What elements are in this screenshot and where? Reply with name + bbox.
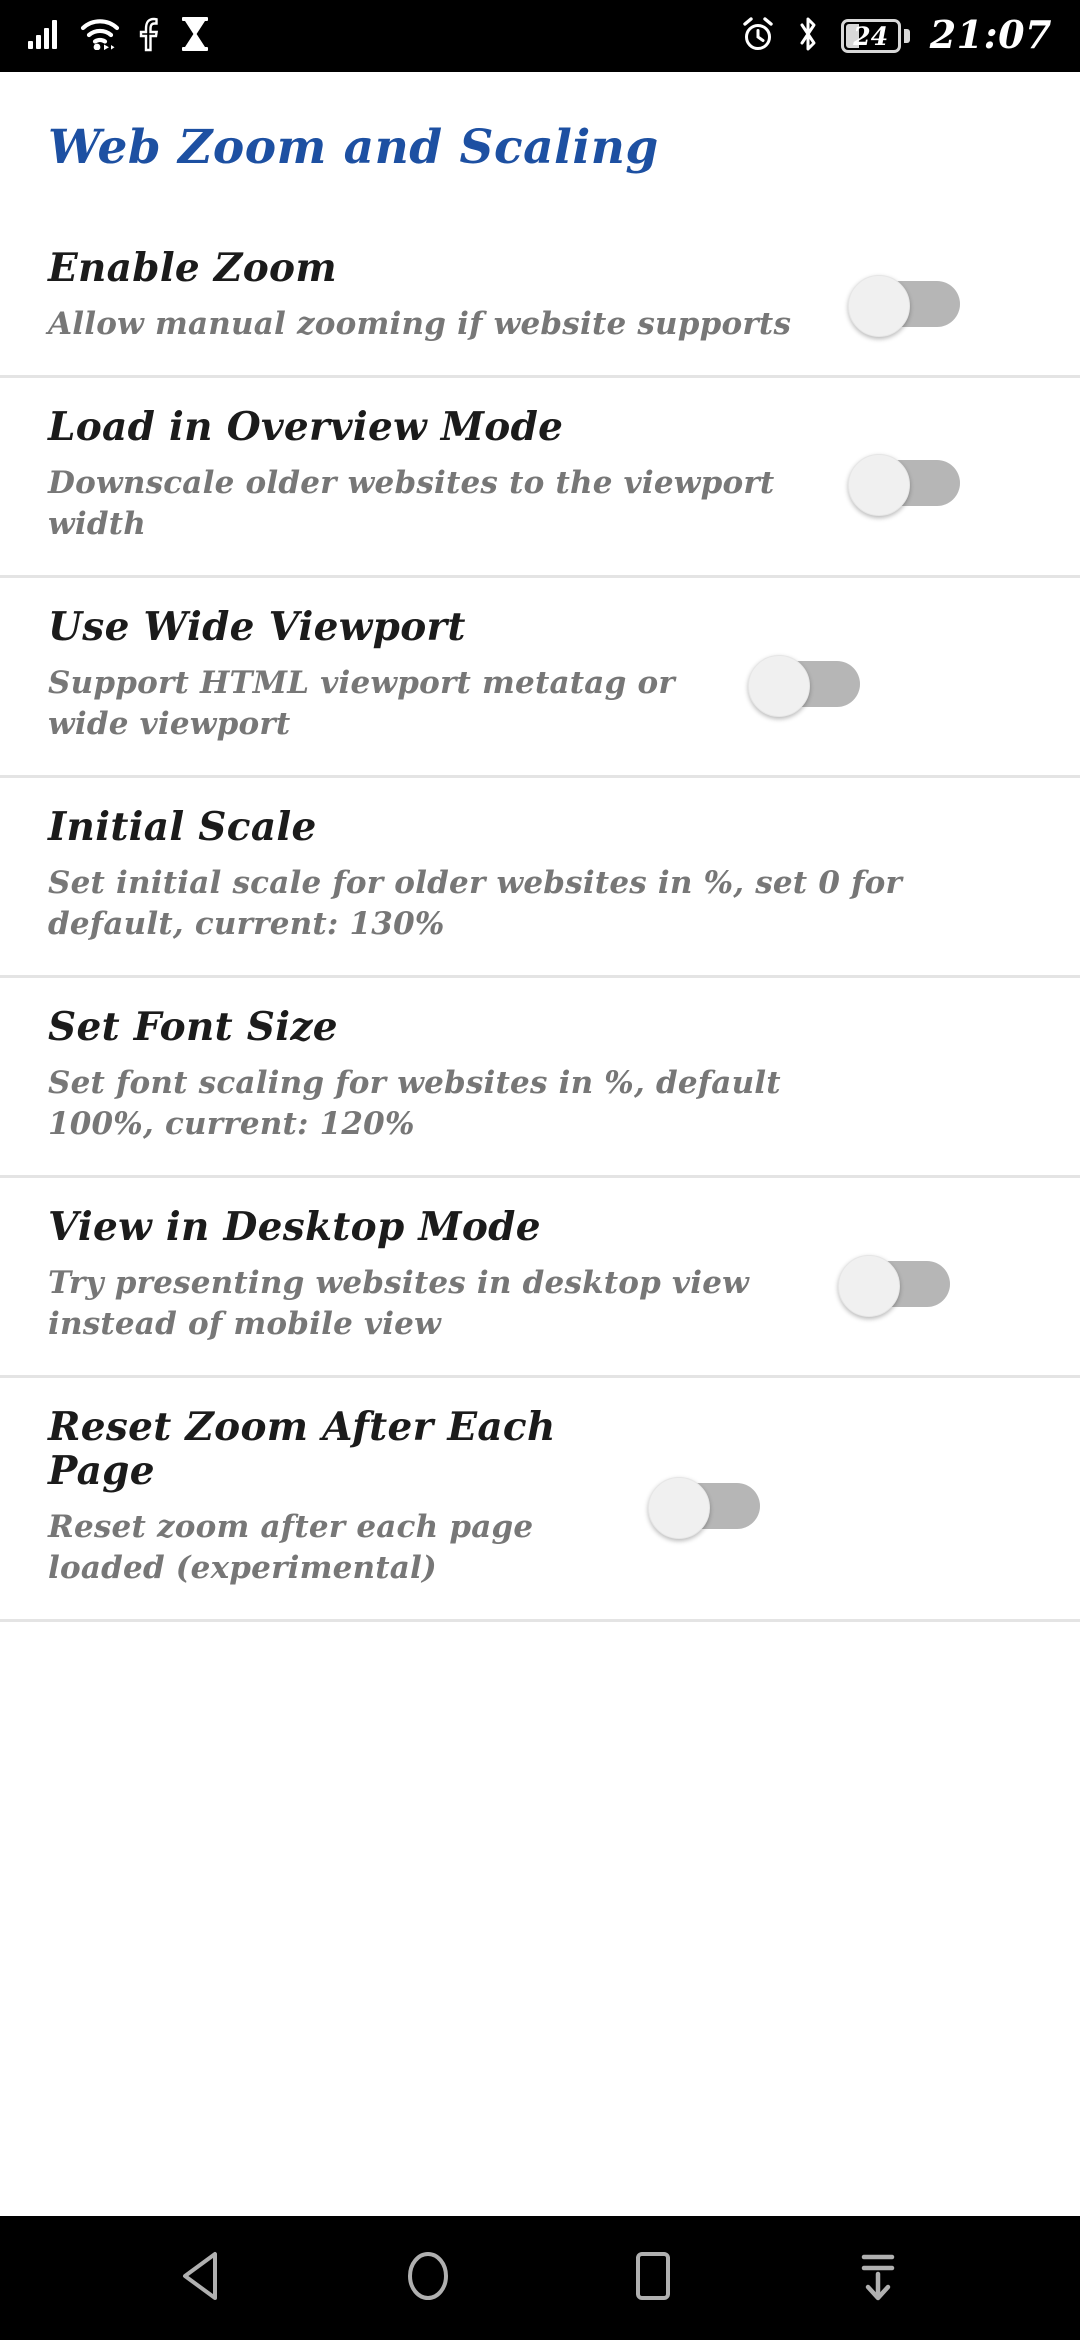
setting-row-use-wide-viewport[interactable]: Use Wide Viewport Support HTML viewport … [0, 578, 1080, 779]
hourglass-icon [180, 16, 210, 56]
battery-indicator: 24 [840, 19, 910, 53]
setting-subtitle: Downscale older websites to the viewport… [48, 464, 775, 542]
setting-row-load-in-overview-mode[interactable]: Load in Overview Mode Downscale older we… [0, 378, 1080, 578]
setting-text: Reset Zoom After Each Page Reset zoom af… [48, 1406, 648, 1589]
recents-square-icon [630, 2248, 676, 2308]
setting-row-set-font-size[interactable]: Set Font Size Set font scaling for websi… [0, 978, 1080, 1179]
home-circle-icon [403, 2248, 453, 2308]
setting-text: Load in Overview Mode Downscale older we… [48, 403, 848, 545]
status-bar-right-icons: 24 21:07 [741, 15, 1052, 57]
nav-recents-button[interactable] [598, 2223, 708, 2333]
setting-subtitle: Set font scaling for websites in %, defa… [48, 1064, 781, 1143]
toggle-view-in-desktop-mode[interactable] [838, 1254, 950, 1317]
setting-title: Load in Overview Mode [48, 403, 564, 450]
setting-title: Set Font Size [48, 1004, 338, 1051]
status-bar-left-icons [28, 16, 210, 56]
setting-text: Set Font Size Set font scaling for websi… [48, 1006, 868, 1145]
toggle-thumb [848, 454, 910, 517]
setting-row-enable-zoom[interactable]: Enable Zoom Allow manual zooming if webs… [0, 219, 1080, 378]
setting-subtitle: Try presenting websites in desktop view … [48, 1265, 750, 1343]
toggle-thumb [648, 1476, 710, 1539]
setting-title: Initial Scale [48, 804, 317, 851]
hide-down-arrow-icon [853, 2248, 903, 2308]
setting-subtitle: Allow manual zooming if website supports [48, 305, 792, 342]
nav-back-button[interactable] [148, 2223, 258, 2333]
settings-list: Enable Zoom Allow manual zooming if webs… [0, 219, 1080, 1623]
battery-percent-label: 24 [853, 21, 889, 51]
toggle-thumb [748, 654, 810, 717]
setting-text: View in Desktop Mode Try presenting webs… [48, 1206, 838, 1345]
setting-subtitle: Support HTML viewport metatag or wide vi… [48, 664, 675, 742]
wifi-icon [80, 18, 120, 54]
nav-home-button[interactable] [373, 2223, 483, 2333]
setting-subtitle: Reset zoom after each page loaded (exper… [48, 1508, 534, 1586]
cellular-signal-icon [28, 19, 62, 53]
setting-title: View in Desktop Mode [48, 1204, 541, 1251]
setting-title: Reset Zoom After Each Page [48, 1404, 556, 1495]
bluetooth-icon [795, 15, 821, 57]
setting-subtitle: Set initial scale for older websites in … [48, 864, 903, 942]
facebook-notification-icon [138, 16, 162, 56]
back-triangle-icon [177, 2248, 229, 2308]
settings-content: Web Zoom and Scaling Enable Zoom Allow m… [0, 72, 1080, 2216]
alarm-clock-icon [741, 16, 775, 56]
toggle-thumb [838, 1254, 900, 1317]
setting-title: Enable Zoom [48, 245, 337, 291]
setting-row-initial-scale[interactable]: Initial Scale Set initial scale for olde… [0, 778, 1080, 979]
page-title: Web Zoom and Scaling [48, 120, 659, 175]
status-bar-clock: 21:07 [929, 12, 1052, 57]
setting-row-reset-zoom-after-each-page[interactable]: Reset Zoom After Each Page Reset zoom af… [0, 1378, 1080, 1623]
toggle-reset-zoom-after-each-page[interactable] [648, 1476, 760, 1539]
nav-hide-keyboard-button[interactable] [823, 2223, 933, 2333]
battery-tip [903, 29, 910, 43]
toggle-enable-zoom[interactable] [848, 274, 960, 337]
setting-row-view-in-desktop-mode[interactable]: View in Desktop Mode Try presenting webs… [0, 1178, 1080, 1379]
status-bar: 24 21:07 [0, 0, 1080, 72]
phone-screen: 24 21:07 Web Zoom and Scaling Enable Zoo… [0, 0, 1080, 2340]
battery-body: 24 [840, 19, 901, 53]
setting-text: Initial Scale Set initial scale for olde… [48, 804, 978, 945]
toggle-use-wide-viewport[interactable] [748, 654, 860, 717]
toggle-thumb [848, 274, 910, 337]
android-navigation-bar [0, 2216, 1080, 2340]
setting-title: Use Wide Viewport [48, 604, 466, 650]
setting-text: Enable Zoom Allow manual zooming if webs… [48, 245, 848, 345]
toggle-load-in-overview-mode[interactable] [848, 454, 960, 517]
setting-text: Use Wide Viewport Support HTML viewport … [48, 604, 748, 745]
